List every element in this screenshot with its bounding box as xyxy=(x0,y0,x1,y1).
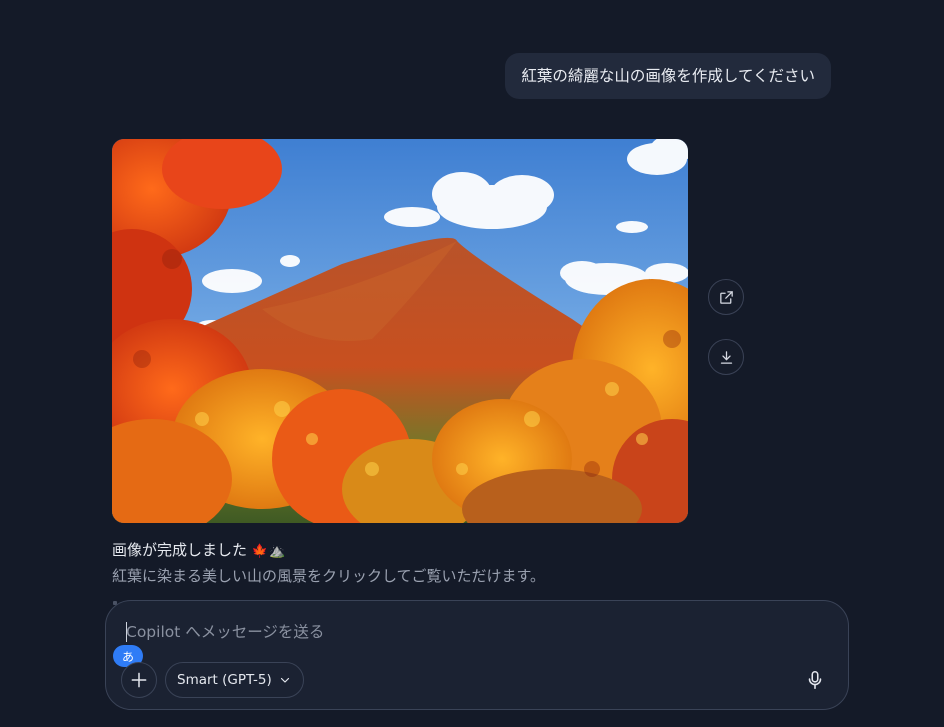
assistant-reply-body: 紅葉に染まる美しい山の風景をクリックしてご覧いただけます。 xyxy=(112,567,546,585)
chevron-down-icon xyxy=(280,677,289,683)
assistant-reply-title: 画像が完成しました 🍁⛰️ xyxy=(112,539,286,560)
download-icon xyxy=(720,350,732,364)
maple-mountain-emoji: 🍁⛰️ xyxy=(251,544,287,559)
share-icon xyxy=(719,290,733,304)
generated-image[interactable] xyxy=(112,139,688,523)
download-button[interactable] xyxy=(708,339,744,375)
text-caret xyxy=(126,622,127,642)
message-input[interactable]: Copilot へメッセージを送る xyxy=(126,621,806,643)
model-selector-label: Smart (GPT-5) xyxy=(177,672,272,688)
copilot-chat: 紅葉の綺麗な山の画像を作成してください 画像が完成しました 🍁⛰️ 紅葉に染まる… xyxy=(0,0,944,727)
microphone-button[interactable] xyxy=(802,667,828,693)
model-selector-button[interactable]: Smart (GPT-5) xyxy=(165,662,304,698)
user-message-bubble: 紅葉の綺麗な山の画像を作成してください xyxy=(505,53,831,99)
assistant-reply-title-text: 画像が完成しました xyxy=(112,541,248,559)
share-button[interactable] xyxy=(708,279,744,315)
microphone-icon xyxy=(808,670,822,690)
add-attachment-button[interactable] xyxy=(121,662,157,698)
plus-icon xyxy=(131,672,147,688)
autumn-mountain-image xyxy=(112,139,688,523)
message-composer[interactable]: Copilot へメッセージを送る あ Smart (GPT-5) xyxy=(105,600,849,710)
